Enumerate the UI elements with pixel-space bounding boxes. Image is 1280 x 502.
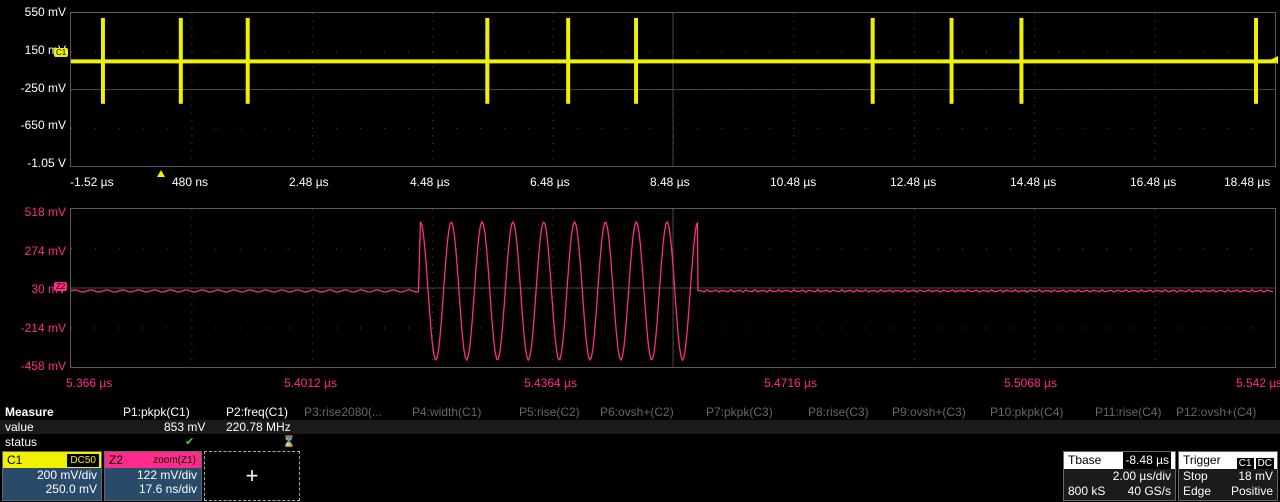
x-tick-label: 16.48 µs	[1130, 175, 1177, 189]
measure-param-header[interactable]: P4:width(C1)	[412, 405, 481, 419]
x-tick-label: 6.48 µs	[530, 175, 570, 189]
x-tick-label: 5.4012 µs	[284, 376, 337, 390]
measure-status-row: status ✔ ⌛	[0, 435, 1280, 449]
z2-waveform-plot	[70, 209, 1276, 368]
x-tick-label: 480 ns	[172, 175, 209, 189]
trigger-descriptor-box[interactable]: Trigger C1 DC Stop 18 mV Edge Positive	[1178, 451, 1278, 501]
tbase-tdiv: 2.00 µs/div	[1112, 469, 1171, 483]
measure-title: Measure	[5, 405, 54, 419]
y-tick-label: 274 mV	[24, 243, 66, 258]
x-tick-label: 5.542 µs	[1236, 376, 1280, 390]
x-tick-label: 5.4364 µs	[524, 376, 577, 390]
tbase-delay: -8.48 µs	[1123, 452, 1171, 469]
c1-burst	[1019, 17, 1024, 104]
y-tick-label: -214 mV	[20, 320, 66, 335]
main-waveform-grid[interactable]	[70, 12, 1276, 167]
tbase-label: Tbase	[1068, 453, 1102, 467]
graticule	[71, 13, 1276, 167]
y-tick-label: -650 mV	[20, 118, 66, 133]
trigger-mode: Stop	[1183, 469, 1208, 483]
x-tick-label: 12.48 µs	[890, 175, 937, 189]
z2-source-label: zoom(Z1)	[153, 455, 196, 466]
graticule	[71, 209, 1276, 368]
trigger-delay-marker[interactable]	[157, 170, 165, 177]
c1-waveform-plot	[71, 13, 1276, 167]
x-tick-label: 8.48 µs	[650, 175, 690, 189]
c1-offset-marker[interactable]: C1	[54, 48, 69, 57]
c1-burst	[634, 17, 639, 104]
measure-param-header[interactable]: P11:rise(C4)	[1095, 405, 1161, 419]
trigger-type: Edge	[1183, 484, 1212, 498]
timebase-descriptor-box[interactable]: Tbase -8.48 µs 2.00 µs/div 800 kS 40 GS/…	[1063, 451, 1176, 501]
measure-param-header[interactable]: P1:pkpk(C1)	[123, 405, 190, 419]
c1-burst	[100, 17, 105, 104]
c1-coupling-badge: DC50	[67, 454, 99, 467]
measure-param-header[interactable]: P5:rise(C2)	[519, 405, 580, 419]
measure-param-header[interactable]: P2:freq(C1)	[226, 405, 288, 419]
z2-vdiv: 122 mV/div	[136, 468, 197, 482]
y-tick-label: -250 mV	[20, 80, 66, 95]
y-tick-label: 550 mV	[24, 5, 66, 19]
trigger-level: 18 mV	[1238, 469, 1273, 483]
x-tick-label: 5.5068 µs	[1004, 376, 1057, 390]
x-tick-label: 2.48 µs	[289, 175, 329, 189]
add-trace-button[interactable]: +	[204, 451, 300, 501]
y-tick-label: -458 mV	[20, 359, 66, 373]
y-tick-label: 518 mV	[24, 205, 66, 219]
status-ok-icon: ✔	[185, 436, 195, 448]
c1-offset: 250.0 mV	[45, 482, 97, 496]
z2-offset-marker[interactable]: Z2	[54, 282, 68, 291]
z2-descriptor-name: Z2	[109, 453, 124, 467]
measure-param-value: 220.78 MHz	[226, 420, 291, 434]
measure-param-header[interactable]: P12:ovsh+(C4)	[1176, 405, 1256, 419]
y-tick-label: -1.05 V	[27, 156, 66, 170]
trigger-label: Trigger	[1183, 453, 1221, 467]
tbase-samples: 800 kS	[1068, 484, 1106, 498]
c1-descriptor-box[interactable]: C1 DC50 200 mV/div 250.0 mV	[2, 451, 102, 501]
measure-param-value: 853 mV	[164, 420, 206, 434]
z2-descriptor-box[interactable]: Z2 zoom(Z1) 122 mV/div 17.6 ns/div	[104, 451, 202, 501]
zoom-waveform-grid[interactable]	[70, 208, 1276, 368]
c1-burst	[870, 17, 875, 104]
status-pending-icon: ⌛	[282, 436, 296, 448]
c1-burst	[949, 17, 954, 104]
value-row-label: value	[5, 420, 34, 434]
c1-burst	[1254, 17, 1259, 104]
measure-param-header[interactable]: P6:ovsh+(C2)	[600, 405, 674, 419]
c1-burst	[178, 17, 183, 104]
x-tick-label: 5.366 µs	[66, 376, 113, 390]
z2-tdiv: 17.6 ns/div	[138, 482, 197, 496]
measure-param-header[interactable]: P10:pkpk(C4)	[990, 405, 1063, 419]
measure-param-header[interactable]: P9:ovsh+(C3)	[892, 405, 966, 419]
trigger-slope: Positive	[1230, 484, 1273, 498]
c1-descriptor-name: C1	[7, 453, 23, 467]
status-row-label: status	[5, 435, 38, 449]
x-tick-label: 18.48 µs	[1224, 175, 1271, 189]
measure-value-row: value 853 mV 220.78 MHz	[0, 420, 1280, 434]
measure-table: Measure P1:pkpk(C1) P2:freq(C1) P3:rise208…	[0, 404, 1280, 450]
trigger-level-marker[interactable]	[1270, 56, 1278, 64]
trigger-coupling-badge: DC	[1255, 458, 1274, 469]
x-tick-label: 5.4716 µs	[764, 376, 817, 390]
x-tick-label: 10.48 µs	[770, 175, 817, 189]
c1-burst	[566, 17, 571, 104]
measure-param-header[interactable]: P7:pkpk(C3)	[706, 405, 773, 419]
c1-burst	[485, 17, 490, 104]
measure-param-header[interactable]: P3:rise2080(...	[304, 405, 382, 419]
tbase-rate: 40 GS/s	[1127, 484, 1171, 498]
c1-vdiv: 200 mV/div	[36, 468, 97, 482]
c1-burst	[245, 17, 250, 104]
x-tick-label: 4.48 µs	[410, 175, 450, 189]
trigger-source-badge: C1	[1236, 458, 1254, 469]
z2-trace	[70, 220, 1274, 362]
x-tick-label: 14.48 µs	[1010, 175, 1057, 189]
measure-param-header[interactable]: P8:rise(C3)	[808, 405, 869, 419]
x-tick-label: -1.52 µs	[70, 175, 114, 189]
measure-header-row: Measure P1:pkpk(C1) P2:freq(C1) P3:rise208…	[0, 405, 1280, 419]
